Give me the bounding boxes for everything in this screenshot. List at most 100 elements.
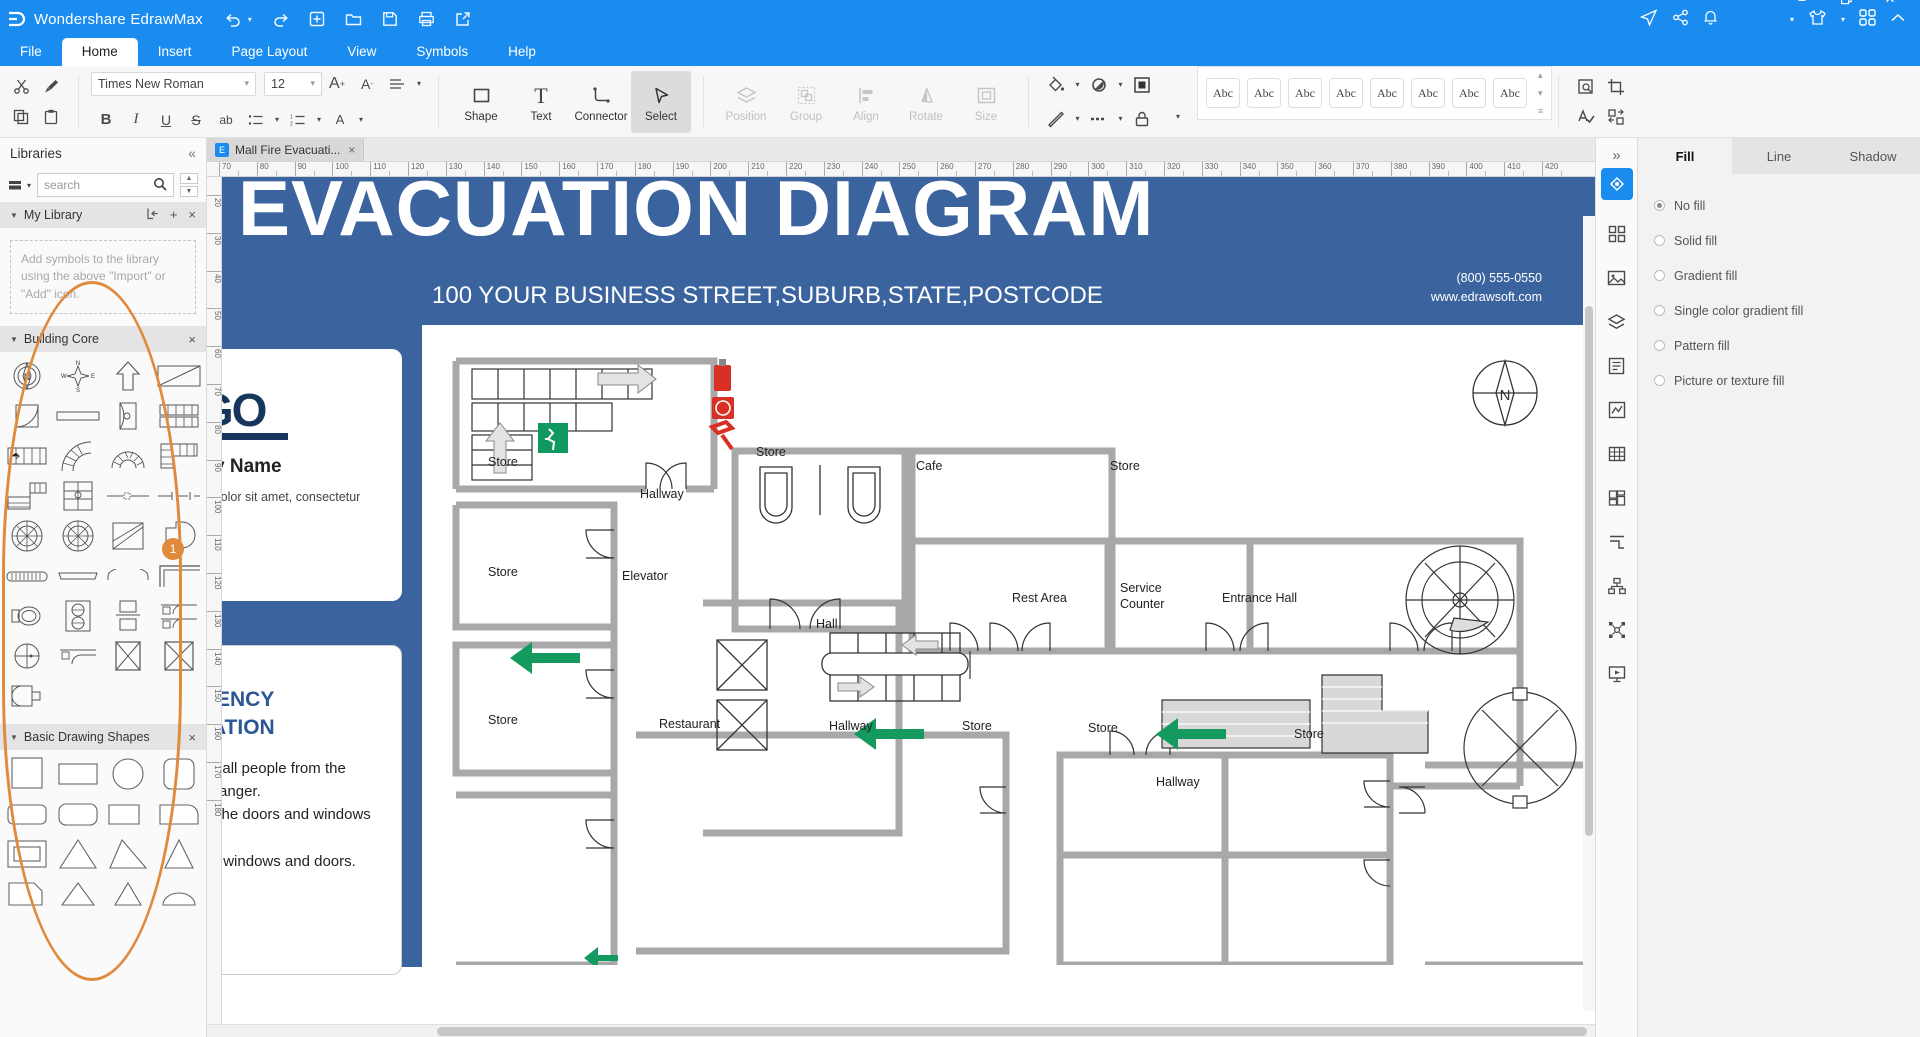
- select-tool-button[interactable]: Select: [631, 70, 691, 133]
- l-stairs-icon[interactable]: [154, 436, 205, 476]
- fill-option-gradient-fill[interactable]: Gradient fill: [1654, 258, 1920, 293]
- chevron-down-icon[interactable]: ▾: [1538, 88, 1543, 99]
- toilet-stalls-icon[interactable]: [154, 596, 205, 636]
- position-button[interactable]: Position: [716, 71, 776, 133]
- fill-dropdown-icon[interactable]: ▾: [1071, 70, 1084, 100]
- rotate-button[interactable]: Rotate: [896, 71, 956, 133]
- increase-font-size-icon[interactable]: A +: [322, 69, 352, 99]
- spell-check-icon[interactable]: [1571, 102, 1601, 132]
- door-swing-icon[interactable]: [103, 396, 154, 436]
- text-style-item[interactable]: Abc: [1247, 78, 1281, 108]
- text-tool-button[interactable]: T Text: [511, 71, 571, 133]
- font-size-select[interactable]: 12 ▾: [264, 71, 322, 96]
- menu-symbols[interactable]: Symbols: [396, 38, 488, 66]
- connector-tool-button[interactable]: Connector: [571, 71, 631, 133]
- pill-rect-icon[interactable]: [154, 794, 205, 834]
- undo-dropdown-icon[interactable]: ▾: [248, 15, 252, 24]
- import-icon[interactable]: [146, 207, 159, 223]
- tab-fill[interactable]: Fill: [1638, 138, 1732, 174]
- fill-option-picture-or-texture-fill[interactable]: Picture or texture fill: [1654, 363, 1920, 398]
- up-arrow-icon[interactable]: [103, 356, 154, 396]
- dash-icon[interactable]: [1084, 104, 1114, 134]
- chart-icon[interactable]: [1601, 388, 1633, 432]
- stairs-arrow-icon[interactable]: [2, 436, 53, 476]
- open-folder-icon[interactable]: [345, 12, 362, 27]
- bullet-list-icon[interactable]: [241, 105, 271, 135]
- menu-help[interactable]: Help: [488, 38, 556, 66]
- rounded-rectangle-icon[interactable]: [2, 794, 53, 834]
- fill-option-single-color-gradient-fill[interactable]: Single color gradient fill: [1654, 293, 1920, 328]
- redo-icon[interactable]: [272, 12, 289, 27]
- square-shape-icon[interactable]: [2, 754, 53, 794]
- stairs-landing-icon[interactable]: [2, 476, 53, 516]
- chevron-down-icon[interactable]: ▾: [412, 69, 426, 99]
- line-dropdown-icon[interactable]: ▾: [1114, 70, 1127, 100]
- diagram-contact[interactable]: (800) 555-0550 www.edrawsoft.com: [1431, 269, 1542, 307]
- pointed-triangle-icon[interactable]: [103, 874, 154, 914]
- diagram-title[interactable]: EVACUATION DIAGRAM: [238, 177, 1154, 254]
- numbered-list-icon[interactable]: 12: [283, 105, 313, 135]
- fill-bucket-icon[interactable]: [1041, 70, 1071, 100]
- text-style-item[interactable]: Abc: [1329, 78, 1363, 108]
- floor-plan[interactable]: N: [450, 355, 1595, 965]
- gallery-expand-icon[interactable]: ≡: [1538, 106, 1543, 116]
- chevron-down-icon[interactable]: ▼: [180, 186, 198, 197]
- escalator-icon[interactable]: [53, 476, 104, 516]
- fill-format-icon[interactable]: [1600, 168, 1633, 200]
- align-button[interactable]: Align: [836, 71, 896, 133]
- company-card[interactable]: LOGO Company Name Lorem ipsum dolor sit …: [222, 349, 402, 601]
- wall-bar-icon[interactable]: [53, 396, 104, 436]
- underline-button[interactable]: U: [151, 105, 181, 135]
- chevron-up-icon[interactable]: ▴: [1538, 70, 1543, 81]
- sill-icon[interactable]: [53, 556, 104, 596]
- close-icon[interactable]: ×: [188, 332, 196, 347]
- double-sink-icon[interactable]: [53, 596, 104, 636]
- dimension-line-icon[interactable]: [103, 476, 154, 516]
- layers-icon[interactable]: [1601, 300, 1633, 344]
- font-color-icon[interactable]: A: [325, 105, 355, 135]
- toilet-icon[interactable]: [2, 596, 53, 636]
- vertical-scrollbar[interactable]: [1583, 216, 1595, 1011]
- semicircle-icon[interactable]: [154, 874, 205, 914]
- theme-dropdown-icon[interactable]: ▾: [1841, 15, 1845, 24]
- corner-wall-icon[interactable]: [154, 556, 205, 596]
- search-icon[interactable]: [153, 177, 167, 194]
- account-dropdown-icon[interactable]: ▾: [1790, 15, 1794, 24]
- text-style-item[interactable]: Abc: [1411, 78, 1445, 108]
- menu-file[interactable]: File: [0, 38, 62, 66]
- library-category-icon[interactable]: ▾: [8, 178, 31, 192]
- narrow-triangle-icon[interactable]: [154, 834, 205, 874]
- spiral-stairs-icon[interactable]: [103, 436, 154, 476]
- arch-icon[interactable]: [103, 556, 154, 596]
- circular-sink-icon[interactable]: [2, 636, 53, 676]
- compass-nsew-icon[interactable]: N S W E: [53, 356, 104, 396]
- group-button[interactable]: Group: [776, 71, 836, 133]
- right-triangle-icon[interactable]: [103, 834, 154, 874]
- search-input[interactable]: search: [37, 173, 174, 197]
- stall-door-icon[interactable]: [53, 636, 104, 676]
- drawing-canvas[interactable]: EVACUATION DIAGRAM 100 YOUR BUSINESS STR…: [222, 177, 1595, 1024]
- urinals-icon[interactable]: [103, 596, 154, 636]
- nested-rect-icon[interactable]: [2, 834, 53, 874]
- paragraph-align-icon[interactable]: [382, 69, 412, 99]
- shadow-icon[interactable]: [1127, 70, 1157, 100]
- chevron-up-icon[interactable]: ▲: [180, 173, 198, 184]
- line-style-icon[interactable]: [1084, 70, 1114, 100]
- rectangle-shape-icon[interactable]: [53, 754, 104, 794]
- close-icon[interactable]: ×: [348, 143, 355, 157]
- size-button[interactable]: Size: [956, 71, 1016, 133]
- chevron-down-icon[interactable]: ▾: [355, 105, 367, 135]
- copy-icon[interactable]: [6, 102, 36, 132]
- map-icon[interactable]: [1601, 476, 1633, 520]
- fill-option-no-fill[interactable]: No fill: [1654, 188, 1920, 223]
- paste-icon[interactable]: [36, 102, 66, 132]
- cut-corner-rect-icon[interactable]: [2, 874, 53, 914]
- symbols-grid-icon[interactable]: [1601, 212, 1633, 256]
- mind-map-icon[interactable]: [1601, 608, 1633, 652]
- emergency-card[interactable]: EMERGENCY EVACUATION 1. Evacuate all peo…: [222, 645, 402, 975]
- undo-icon[interactable]: [225, 12, 242, 27]
- text-case-icon[interactable]: ab: [211, 105, 241, 135]
- text-style-item[interactable]: Abc: [1452, 78, 1486, 108]
- bold-button[interactable]: B: [91, 105, 121, 135]
- send-icon[interactable]: [1639, 9, 1658, 29]
